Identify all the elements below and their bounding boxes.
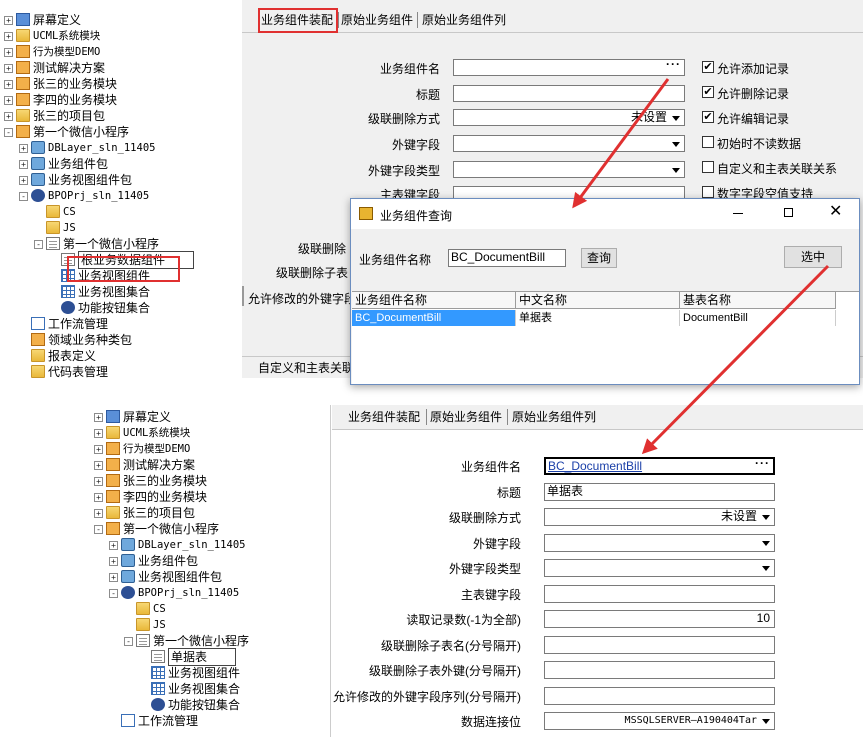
arrow-to-field xyxy=(641,264,830,455)
arrow-to-dialog xyxy=(572,78,670,209)
annotation-arrows xyxy=(572,78,830,455)
